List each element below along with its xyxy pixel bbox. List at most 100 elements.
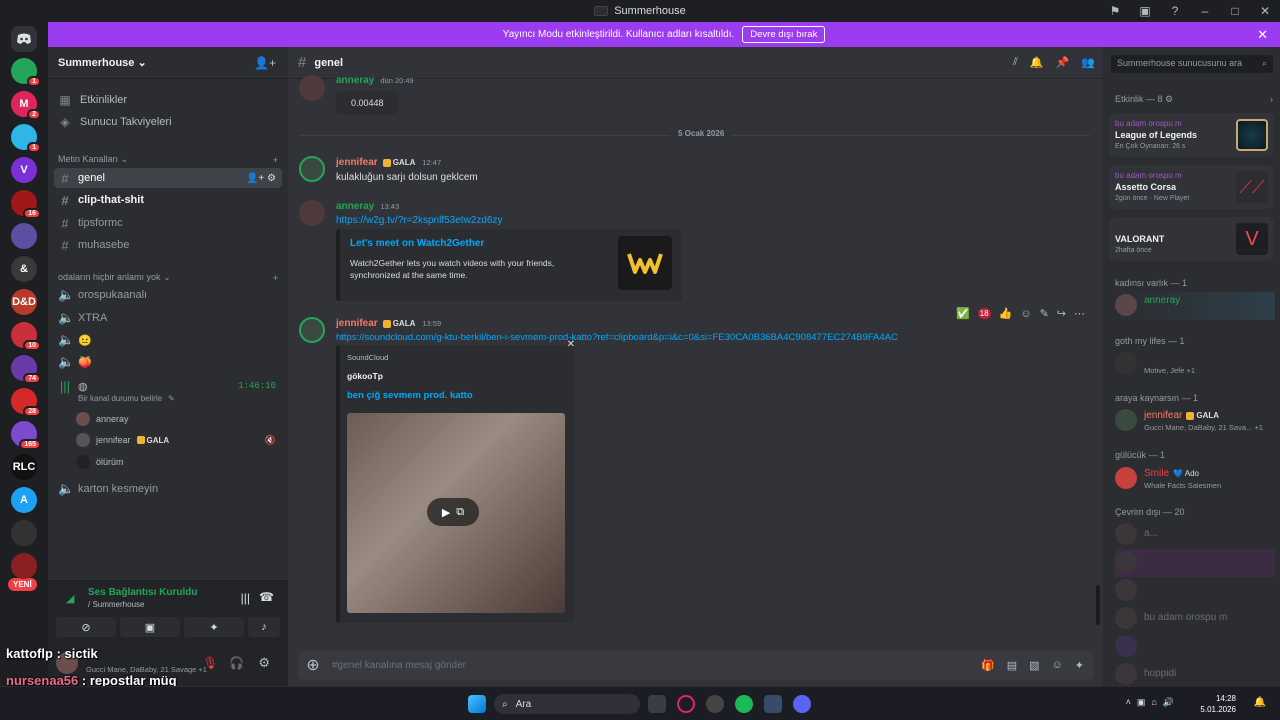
server-icon[interactable]: A [11,487,37,513]
system-tray-icons[interactable]: ˄▣⌂🔊 [1126,697,1180,708]
author-name[interactable]: anneray [336,201,374,212]
message-link[interactable]: https://soundcloud.com/g-ktu-berkil/ben-… [336,332,898,343]
apps-icon[interactable]: ✦ [1075,659,1084,672]
voice-channel[interactable]: 🔈 orospukaanalı [54,285,282,305]
reaction-count[interactable]: 18 [977,308,991,319]
scrollbar[interactable] [1096,585,1100,625]
notification-icon[interactable]: 🔔 [1254,697,1266,708]
server-icon[interactable]: 165 [11,421,41,450]
member-item[interactable] [1115,577,1275,605]
server-icon[interactable]: 1 [11,58,41,87]
server-icon[interactable]: M2 [11,91,41,120]
voice-channel[interactable]: 🔈 XTRA [54,308,282,328]
more-icon[interactable]: ⋯ [1074,307,1085,320]
noise-suppression-icon[interactable]: ||| [241,591,250,605]
live-voice-channel[interactable]: ||| ◍ 1:46:10 [54,376,282,396]
member-item[interactable]: a... [1115,521,1275,549]
notification-bell-icon[interactable]: 🔔 [1030,56,1044,69]
maximize-button[interactable]: □ [1226,4,1244,18]
server-header[interactable]: Summerhouse ⌄ 👤+ [48,47,288,79]
server-search-input[interactable]: Summerhouse sunucusunu ara ⌕ [1111,55,1273,73]
activity-card[interactable]: bu adam orospu m Assetto Corsa 2gün önce… [1109,165,1274,209]
embed-author[interactable]: gökooTp [347,371,383,381]
settings-gear-icon[interactable]: ⚙ [258,655,270,671]
server-icon[interactable]: RLC [11,454,37,480]
server-icon[interactable]: 28 [11,388,41,417]
channel-clip-that-shit[interactable]: # clip-that-shit [54,190,282,210]
server-icon[interactable]: 1 [11,124,41,153]
server-icon[interactable] [11,553,37,579]
server-icon[interactable]: 74 [11,355,41,384]
member-item[interactable]: bu adam orospu m [1115,605,1275,633]
voice-channel[interactable]: 🔈 karton kesmeyin [54,479,282,499]
opera-icon[interactable] [677,695,695,713]
server-icon[interactable]: V [11,157,37,183]
voice-channel[interactable]: 🔈 😐 [54,330,282,350]
add-reaction-icon[interactable]: ☺ [1020,308,1031,320]
message-composer[interactable]: ⊕ #genel kanalına mesaj gönder 🎁 ▤ ▧ ☺ ✦ [298,650,1094,680]
activities-button[interactable]: ✦ [184,617,244,637]
channel-settings-icon[interactable]: 👤+ ⚙ [246,173,276,184]
app-icon[interactable] [764,695,782,713]
avatar[interactable] [299,75,325,101]
voice-user[interactable]: ölürüm [76,455,124,469]
attach-plus-icon[interactable]: ⊕ [298,655,328,675]
avatar[interactable] [299,156,325,182]
minimize-button[interactable]: – [1196,4,1214,18]
check-reaction-icon[interactable]: ✅ [956,307,970,320]
discord-taskbar-icon[interactable] [793,695,811,713]
thumbs-up-icon[interactable]: 👍 [999,307,1013,320]
embed-title[interactable]: Let's meet on Watch2Gether [350,238,484,249]
remove-embed-icon[interactable]: ✕ [567,339,575,350]
banner-close-icon[interactable]: ✕ [1257,27,1268,43]
pin-icon[interactable]: 📌 [1056,56,1070,69]
soundboard-button[interactable]: ♪ [248,617,280,637]
avatar[interactable] [299,317,325,343]
inbox-icon[interactable]: ⚑ [1106,4,1124,18]
add-channel-icon[interactable]: + [273,155,278,165]
channel-muhasebe[interactable]: # muhasebe [54,235,282,255]
edit-icon[interactable]: ✎ [1040,307,1049,320]
screen-share-button[interactable]: ▣ [120,617,180,637]
embed-title[interactable]: ben çiğ sevmem prod. katto [347,390,473,401]
avatar[interactable] [299,200,325,226]
member-item[interactable]: Motive, Jefe +1 [1115,350,1275,378]
gif-icon[interactable]: ▤ [1007,659,1017,672]
member-item[interactable] [1115,633,1275,661]
reply-icon[interactable]: ↪ [1057,307,1066,320]
play-button[interactable]: ▶ ⧉ [427,498,479,526]
windows-start-icon[interactable] [468,695,486,713]
discord-home-icon[interactable] [11,26,37,52]
author-name[interactable]: jennifear [336,318,378,329]
server-icon[interactable]: & [11,256,37,282]
member-list-icon[interactable]: 👥 [1081,56,1095,69]
voice-user[interactable]: jennifear GALA 🔇 [76,433,276,447]
channel-genel[interactable]: # genel 👤+ ⚙ [54,168,282,188]
gift-icon[interactable]: 🎁 [981,659,995,672]
sidebar-item-boosts[interactable]: ◈ Sunucu Takviyeleri [58,115,171,129]
text-category[interactable]: Metin Kanalları ⌄ + [58,154,278,165]
message-link[interactable]: https://w2g.tv/?r=2kspnlf53etw2zd6zy [336,215,502,226]
server-icon[interactable]: D&D [11,289,37,315]
threads-icon[interactable]: ⫽ [1013,56,1018,69]
new-badge[interactable]: YENİ [8,578,37,591]
channel-status[interactable]: Bir kanal durumu belirle ✎ [78,394,175,403]
spotify-icon[interactable] [735,695,753,713]
sticker-icon[interactable]: ▧ [1029,659,1039,672]
member-item[interactable]: hoppidi [1115,661,1275,689]
mute-icon[interactable]: 🎙 [203,656,218,670]
member-item[interactable]: anneray [1115,292,1275,320]
disable-streamer-mode-button[interactable]: Devre dışı bırak [742,26,826,43]
activity-card[interactable]: bu adam orospu m League of Legends En Ço… [1109,113,1274,157]
clock[interactable]: 14:28 5.01.2026 [1200,693,1236,715]
help-icon[interactable]: ? [1166,4,1184,18]
close-button[interactable]: ✕ [1256,4,1274,18]
camera-off-button[interactable]: ⊘ [56,617,116,637]
message-input[interactable]: #genel kanalına mesaj gönder [332,660,466,671]
server-icon[interactable]: 16 [11,190,41,219]
add-channel-icon[interactable]: + [273,273,278,283]
task-view-icon[interactable] [648,695,666,713]
invite-people-icon[interactable]: 👤+ [254,56,276,70]
server-icon[interactable] [11,223,37,249]
emoji-icon[interactable]: ☺ [1052,659,1063,672]
